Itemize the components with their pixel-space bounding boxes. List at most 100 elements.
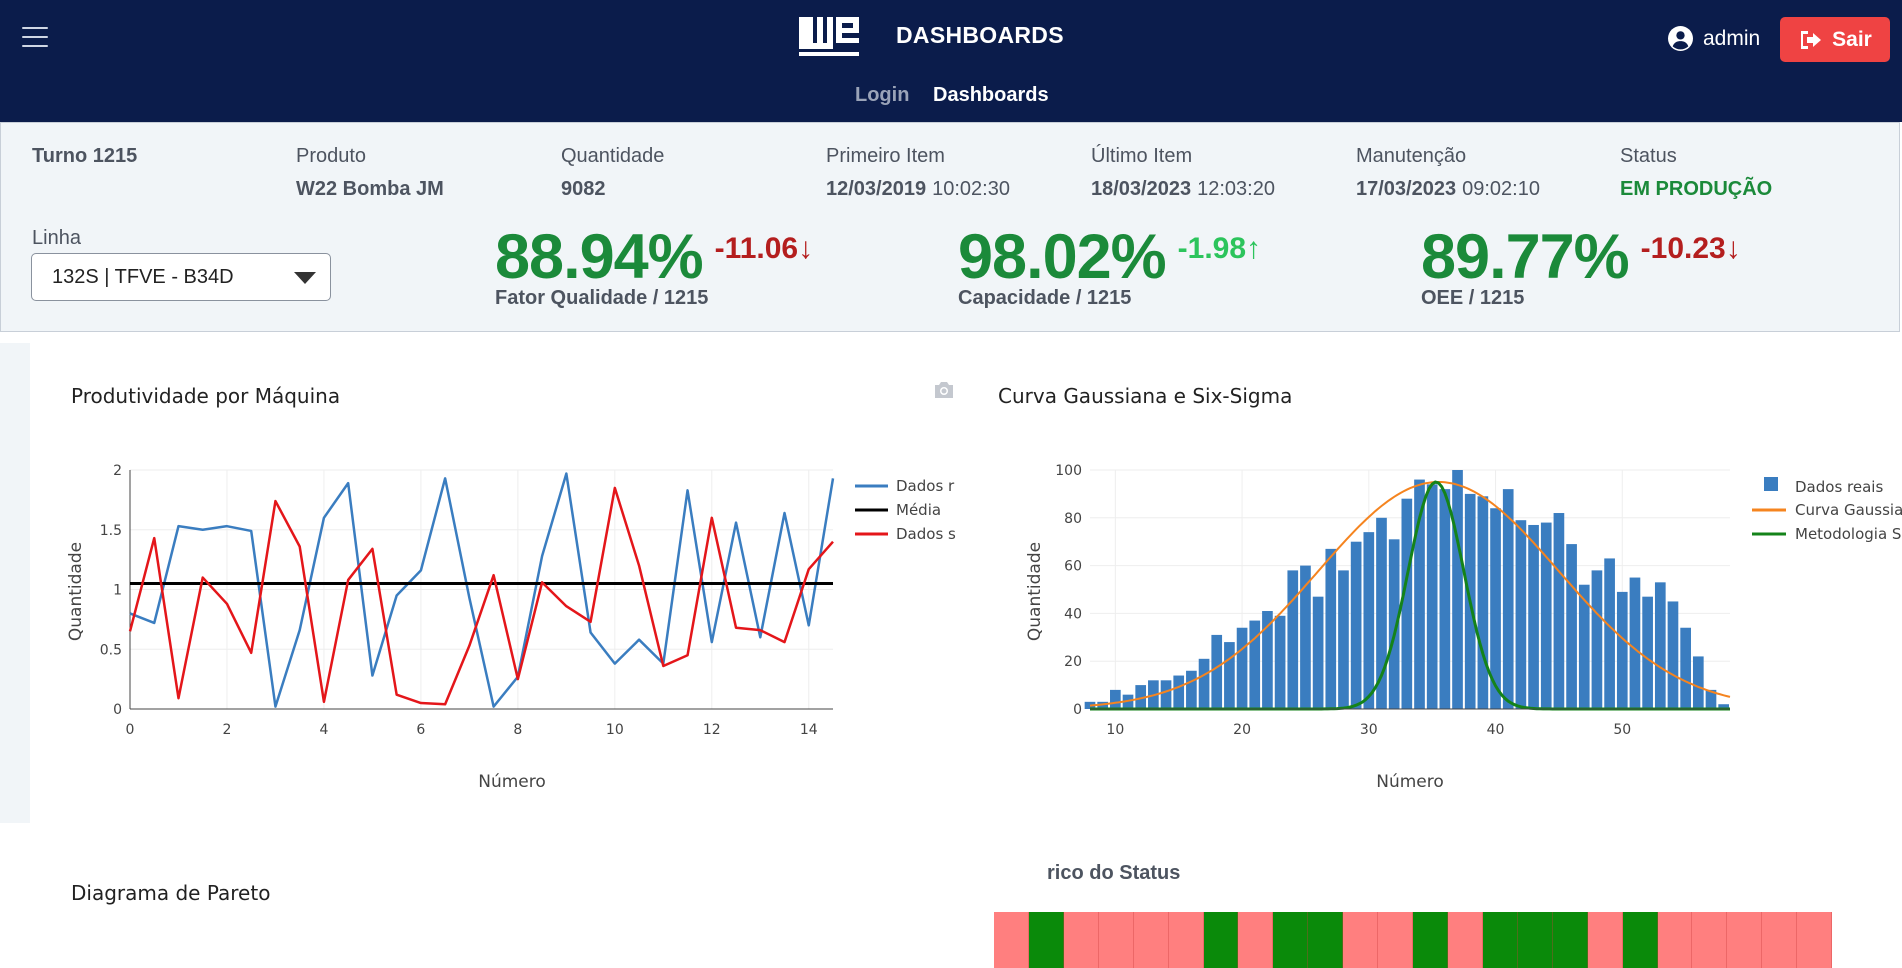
status-segment	[1133, 912, 1169, 968]
status-segment	[1517, 912, 1553, 968]
legend-label: Dados s	[896, 525, 956, 543]
y-tick-label: 0	[113, 702, 122, 718]
x-tick-label: 50	[1613, 722, 1631, 738]
status-segment	[1203, 912, 1239, 968]
histogram-bar	[1477, 496, 1489, 709]
kpi-delta: -1.98↑	[1177, 232, 1262, 265]
status-segment	[994, 912, 1029, 968]
produto-block: Produto W22 Bomba JM	[296, 145, 444, 201]
histogram-bar	[1452, 470, 1463, 709]
user-menu[interactable]: admin	[1668, 26, 1760, 51]
status-segment	[1762, 912, 1798, 968]
x-tick-label: 0	[126, 722, 135, 738]
ultimo-item-time: 12:03:20	[1197, 178, 1275, 200]
legend-label: Dados reais	[1795, 478, 1883, 496]
histogram-bar	[1110, 689, 1121, 709]
histogram-bar	[1692, 656, 1704, 709]
kpi-delta: -10.23↓	[1640, 232, 1741, 265]
status-history-strip	[994, 912, 1833, 968]
x-tick-label: 12	[703, 722, 721, 738]
manutencao-block: Manutenção 17/03/2023 09:02:10	[1356, 145, 1540, 201]
produto-value: W22 Bomba JM	[296, 178, 444, 200]
histogram-bar	[1312, 596, 1324, 709]
caret-down-icon	[294, 272, 316, 284]
x-tick-label: 6	[416, 722, 425, 738]
nav-dashboards-link[interactable]: Dashboards	[933, 84, 1049, 106]
x-tick-label: 20	[1233, 722, 1251, 738]
histogram-bar	[1338, 570, 1349, 709]
histogram-bar	[1629, 577, 1641, 709]
y-tick-label: 80	[1064, 511, 1082, 527]
y-axis-title: Quantidade	[1025, 542, 1045, 641]
status-segment	[1063, 912, 1099, 968]
username-label: admin	[1703, 26, 1761, 50]
histogram-bar	[1325, 548, 1337, 709]
status-history-title: rico do Status	[1047, 862, 1181, 884]
kpi-delta: -11.06↓	[714, 232, 814, 265]
quantidade-value: 9082	[561, 178, 606, 200]
y-tick-label: 1	[113, 583, 122, 599]
x-axis-title: Número	[478, 772, 546, 792]
kpi-label: Fator Qualidade / 1215	[495, 287, 709, 309]
turno-label: Turno 1215	[32, 145, 138, 167]
kpi-capacidade: 98.02% -1.98↑ Capacidade / 1215	[958, 221, 1261, 310]
x-tick-label: 8	[513, 722, 522, 738]
histogram-bar	[1591, 570, 1603, 709]
x-tick-label: 10	[606, 722, 624, 738]
histogram-bar	[1236, 627, 1248, 709]
histogram-bar	[1173, 675, 1185, 709]
histogram-bar	[1528, 524, 1539, 709]
legend-label: Curva Gaussiana	[1795, 501, 1902, 519]
status-block: Status EM PRODUÇÃO	[1620, 145, 1772, 201]
primeiro-item-label: Primeiro Item	[826, 145, 945, 167]
legend-label: Média	[896, 501, 941, 519]
quantidade-label: Quantidade	[561, 145, 665, 167]
status-segment	[1727, 912, 1763, 968]
histogram-bar	[1274, 615, 1286, 709]
turno-block: Turno 1215	[32, 145, 137, 168]
histogram-bar	[1604, 558, 1615, 709]
x-tick-label: 30	[1360, 722, 1378, 738]
pareto-title: Diagrama de Pareto	[71, 881, 271, 905]
kpi-value: 88.94%	[495, 222, 704, 292]
kpi-fator-qualidade: 88.94% -11.06↓ Fator Qualidade / 1215	[495, 221, 813, 310]
nav-links: Login Dashboards	[855, 84, 1067, 107]
status-label: Status	[1620, 145, 1677, 167]
status-segment	[1692, 912, 1728, 968]
chart-card-row2: Diagrama de Pareto rico do Status	[30, 837, 1870, 968]
status-segment	[1168, 912, 1204, 968]
legend-swatch	[1764, 477, 1778, 491]
user-avatar-icon	[1668, 26, 1693, 51]
chart-card-row1: Produtividade por Máquina 0 0.5 1 1.5 2 0 2 4 6 8…	[30, 343, 1902, 823]
status-segment	[1308, 912, 1344, 968]
manutencao-time: 09:02:10	[1462, 178, 1540, 200]
x-axis-title: Número	[1376, 772, 1444, 792]
histogram-bar	[1363, 532, 1375, 709]
histogram-bar	[1186, 670, 1197, 709]
kpi-value: 89.77%	[1421, 222, 1630, 292]
histogram-bar	[1439, 489, 1451, 709]
hamburger-menu-icon[interactable]	[22, 27, 48, 47]
x-tick-label: 10	[1106, 722, 1124, 738]
status-segment	[1413, 912, 1448, 968]
linha-select[interactable]: 132S | TFVE - B34D	[31, 253, 331, 301]
x-tick-label: 2	[223, 722, 232, 738]
legend-label: Metodologia Six-S	[1795, 525, 1902, 543]
histogram-bar	[1287, 570, 1299, 709]
histogram-bar	[1350, 541, 1362, 709]
nav-login-link[interactable]: Login	[855, 84, 909, 106]
app-title: DASHBOARDS	[896, 22, 1064, 48]
status-segment	[1238, 912, 1274, 968]
status-segment	[1797, 912, 1833, 968]
histogram-bar	[1680, 627, 1691, 709]
status-segment	[1587, 912, 1623, 968]
manutencao-label: Manutenção	[1356, 145, 1467, 167]
primeiro-item-time: 10:02:30	[932, 178, 1010, 200]
logout-button[interactable]: Sair	[1780, 17, 1890, 62]
histogram-bar	[1224, 642, 1235, 709]
histogram-bar	[1642, 596, 1653, 709]
produtividade-chart: 0 0.5 1 1.5 2 0 2 4 6 8 10 12 14 Dados r Média Dados s N…	[66, 463, 956, 792]
sign-out-icon	[1801, 30, 1822, 49]
logout-label: Sair	[1832, 27, 1872, 51]
manutencao-date: 17/03/2023	[1356, 178, 1457, 200]
